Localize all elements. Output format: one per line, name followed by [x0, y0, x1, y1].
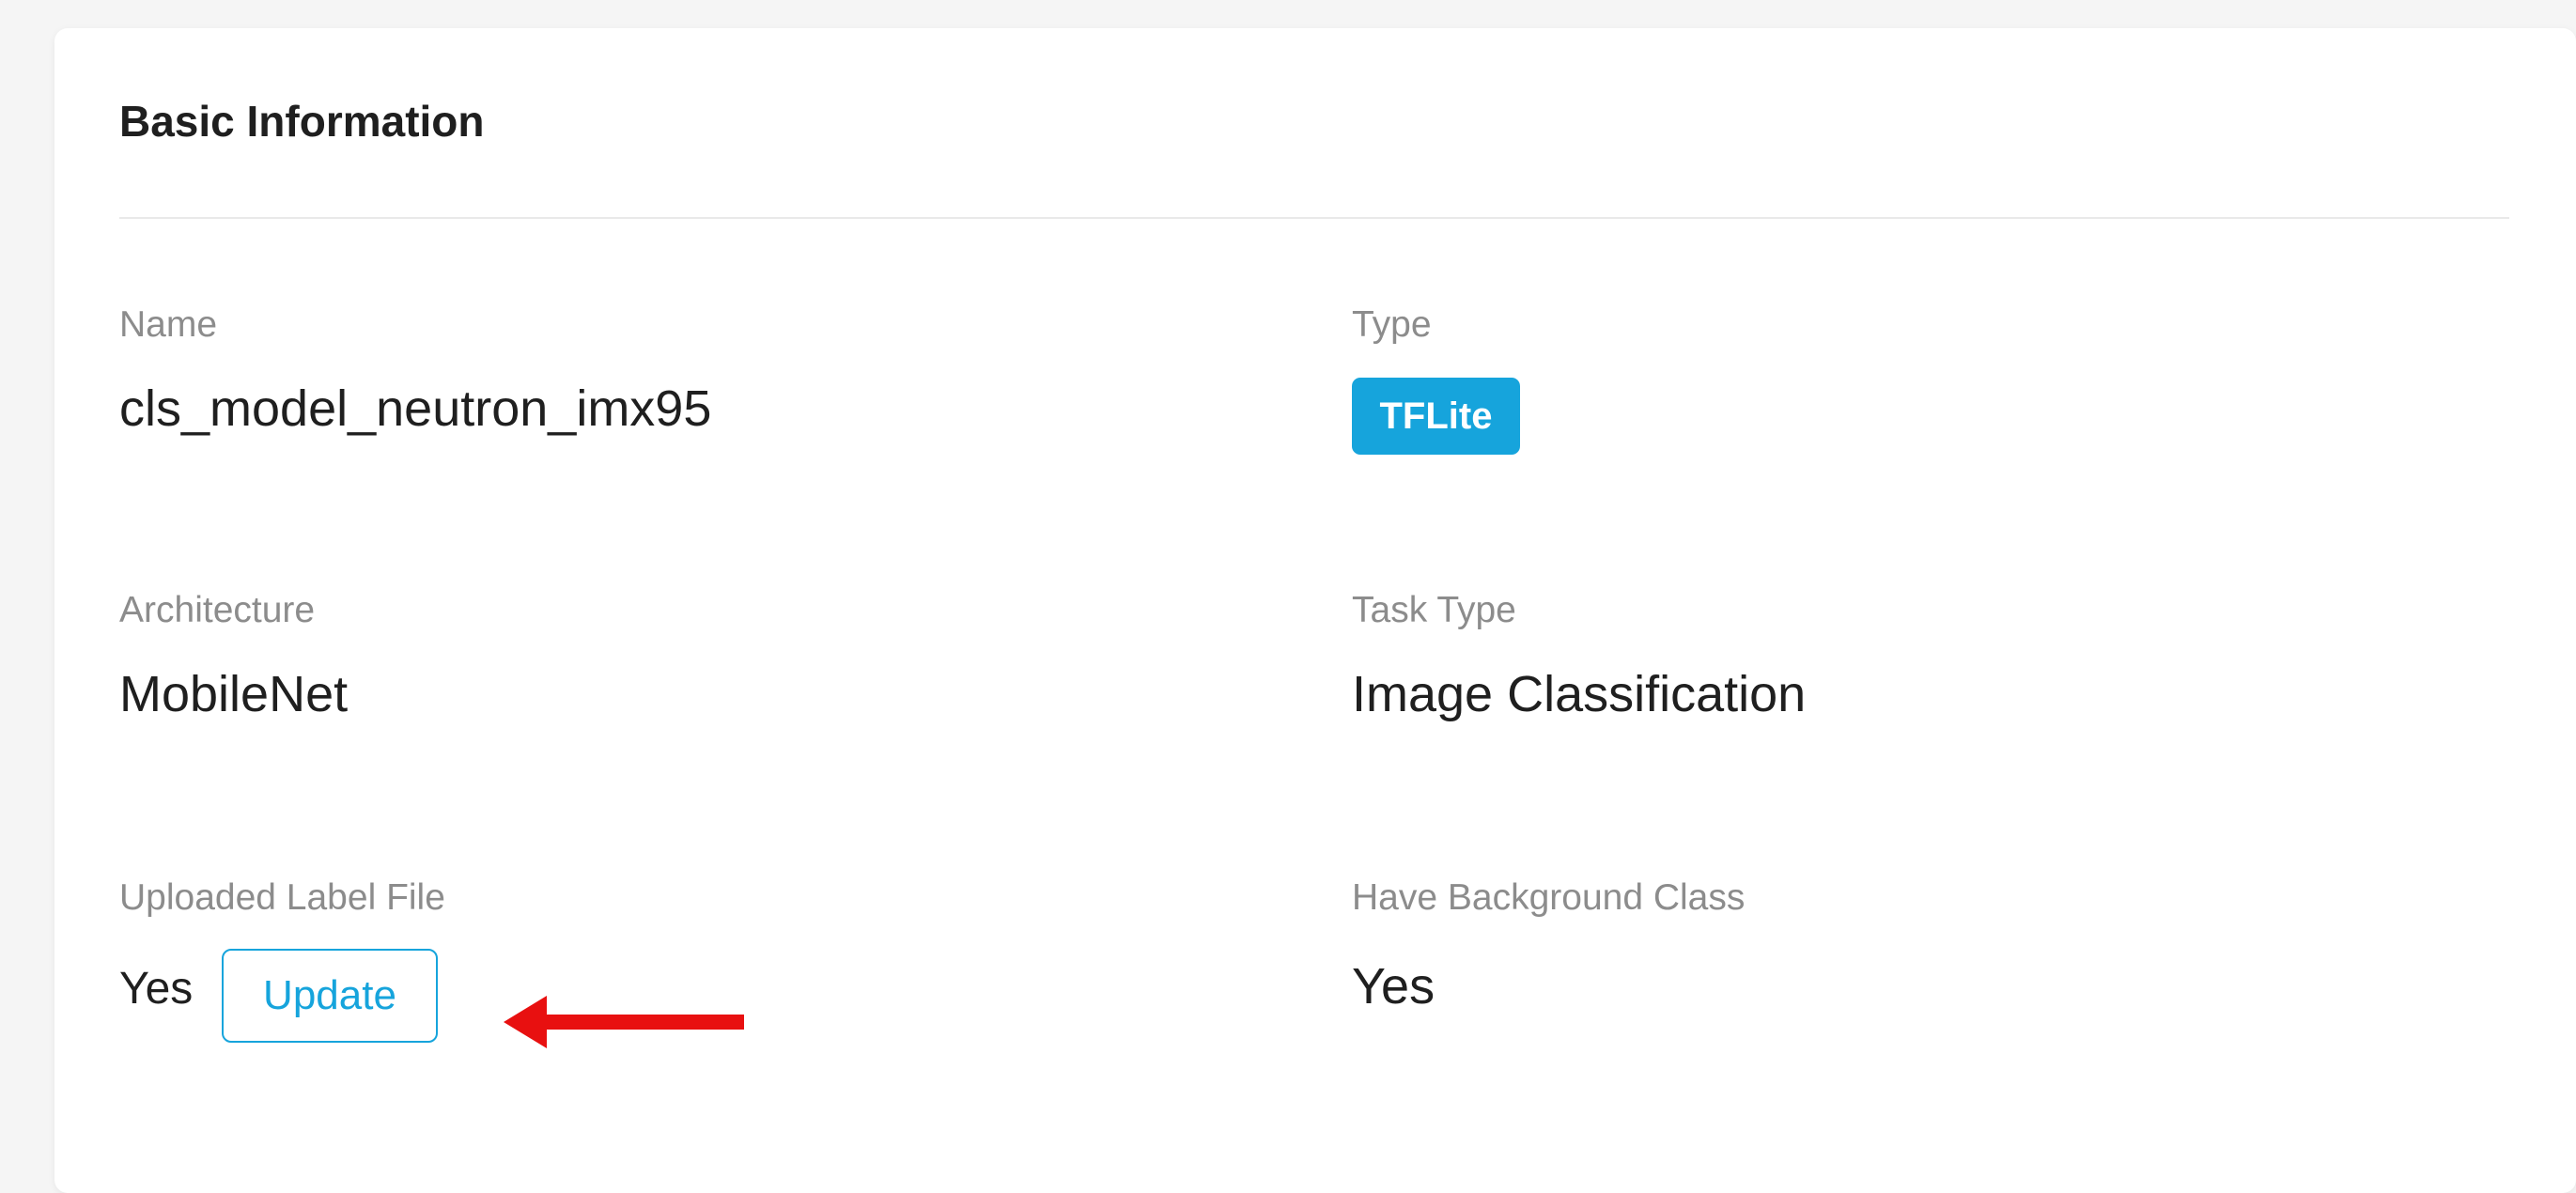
task-type-label: Task Type	[1352, 590, 1516, 630]
task-type-value: Image Classification	[1352, 666, 1807, 722]
background-class-value: Yes	[1352, 958, 1435, 1015]
basic-information-card: Basic Information Name cls_model_neutron…	[54, 28, 2576, 1193]
name-value: cls_model_neutron_imx95	[119, 380, 712, 437]
arrow-left-icon	[504, 996, 744, 1048]
architecture-label: Architecture	[119, 590, 316, 630]
background-class-label: Have Background Class	[1352, 877, 1746, 918]
uploaded-label-file-label: Uploaded Label File	[119, 877, 445, 918]
update-label-file-button[interactable]: Update	[222, 949, 438, 1043]
section-title: Basic Information	[119, 97, 485, 146]
name-label: Name	[119, 304, 218, 345]
section-divider	[119, 217, 2509, 219]
type-badge: TFLite	[1352, 378, 1520, 455]
uploaded-label-file-value: Yes	[119, 964, 194, 1014]
architecture-value: MobileNet	[119, 666, 349, 722]
type-label: Type	[1352, 304, 1432, 345]
